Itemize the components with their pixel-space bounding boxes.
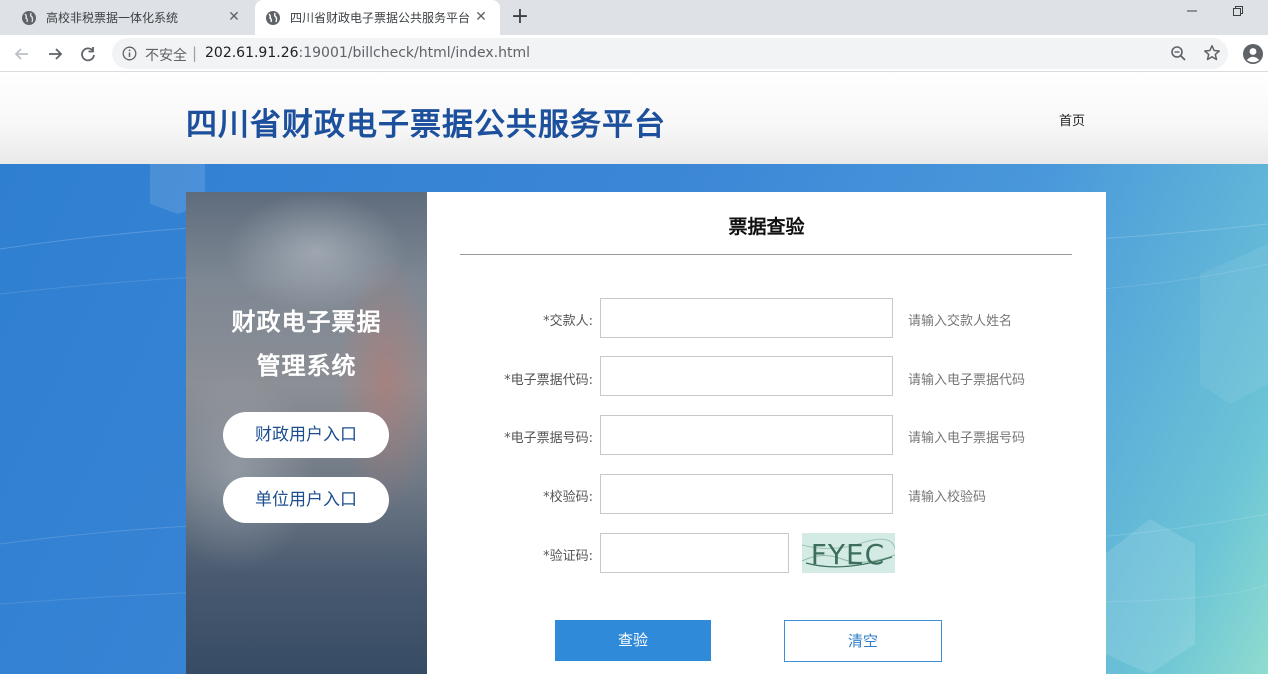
captcha-input[interactable] xyxy=(600,533,789,573)
bill-code-input[interactable] xyxy=(600,356,893,396)
check-code-hint: 请输入校验码 xyxy=(908,490,987,505)
form-title: 票据查验 xyxy=(728,216,805,238)
bill-number-hint: 请输入电子票据号码 xyxy=(908,431,1026,446)
back-arrow-icon[interactable] xyxy=(11,43,33,65)
profile-avatar-icon[interactable] xyxy=(1242,43,1264,65)
bookmark-star-icon[interactable] xyxy=(1203,44,1221,62)
bill-code-label: *电子票据代码: xyxy=(504,373,593,388)
divider xyxy=(460,254,1072,255)
background-blur xyxy=(186,372,316,572)
check-code-label: *校验码: xyxy=(543,490,593,505)
url-text[interactable]: 202.61.91.26:19001/billcheck/html/index.… xyxy=(205,45,530,61)
payer-label: *交款人: xyxy=(543,314,593,329)
payer-hint: 请输入交款人姓名 xyxy=(908,314,1013,329)
close-icon[interactable]: ✕ xyxy=(227,10,241,24)
security-label: 不安全 xyxy=(145,48,187,64)
browser-tab[interactable]: 高校非税票据一体化系统 ✕ xyxy=(0,0,253,35)
unit-user-entry-button[interactable]: 单位用户入口 xyxy=(223,477,389,523)
url-host: 202.61.91.26 xyxy=(205,45,299,61)
check-code-input[interactable] xyxy=(600,474,893,514)
browser-toolbar: 不安全 | 202.61.91.26:19001/billcheck/html/… xyxy=(0,35,1268,72)
background-blur xyxy=(226,192,406,312)
new-tab-plus-icon[interactable]: + xyxy=(510,6,530,28)
site-header: 四川省财政电子票据公共服务平台 首页 xyxy=(0,72,1268,164)
minimize-icon[interactable] xyxy=(1180,5,1204,25)
globe-icon xyxy=(22,10,36,25)
browser-tab-active[interactable]: 四川省财政电子票据公共服务平台 ✕ xyxy=(255,0,500,35)
nav-home-link[interactable]: 首页 xyxy=(1059,110,1085,129)
finance-user-entry-button[interactable]: 财政用户入口 xyxy=(223,412,389,458)
tab-title: 高校非税票据一体化系统 xyxy=(46,11,179,25)
bill-code-hint: 请输入电子票据代码 xyxy=(908,373,1026,388)
close-icon[interactable]: ✕ xyxy=(474,10,488,24)
address-bar[interactable]: 不安全 | 202.61.91.26:19001/billcheck/html/… xyxy=(112,38,1228,69)
captcha-label: *验证码: xyxy=(543,549,593,564)
captcha-graphic: FYEC xyxy=(802,533,895,573)
reload-icon[interactable] xyxy=(77,43,99,65)
system-title-line1: 财政电子票据 xyxy=(231,308,382,336)
payer-input[interactable] xyxy=(600,298,893,338)
site-title: 四川省财政电子票据公共服务平台 xyxy=(186,107,666,143)
browser-tab-bar: 高校非税票据一体化系统 ✕ 四川省财政电子票据公共服务平台 ✕ + xyxy=(0,0,1268,35)
bill-number-input[interactable] xyxy=(600,415,893,455)
forward-arrow-icon[interactable] xyxy=(44,43,66,65)
system-entry-panel: 财政电子票据 管理系统 财政用户入口 单位用户入口 xyxy=(186,192,427,674)
bill-number-label: *电子票据号码: xyxy=(504,431,593,446)
globe-icon xyxy=(266,10,280,25)
info-icon[interactable] xyxy=(122,46,137,61)
bill-check-form: 票据查验 *交款人: 请输入交款人姓名 *电子票据代码: 请输入电子票据代码 *… xyxy=(427,192,1106,674)
restore-icon[interactable] xyxy=(1226,5,1250,25)
url-path: :19001/billcheck/html/index.html xyxy=(298,45,530,61)
query-button[interactable]: 查验 xyxy=(555,620,711,661)
zoom-icon[interactable] xyxy=(1170,45,1187,62)
tab-title: 四川省财政电子票据公共服务平台 xyxy=(290,11,471,25)
clear-button[interactable]: 清空 xyxy=(784,620,942,662)
captcha-image[interactable]: FYEC xyxy=(802,533,895,573)
system-title-line2: 管理系统 xyxy=(256,352,357,380)
separator: | xyxy=(192,44,198,62)
